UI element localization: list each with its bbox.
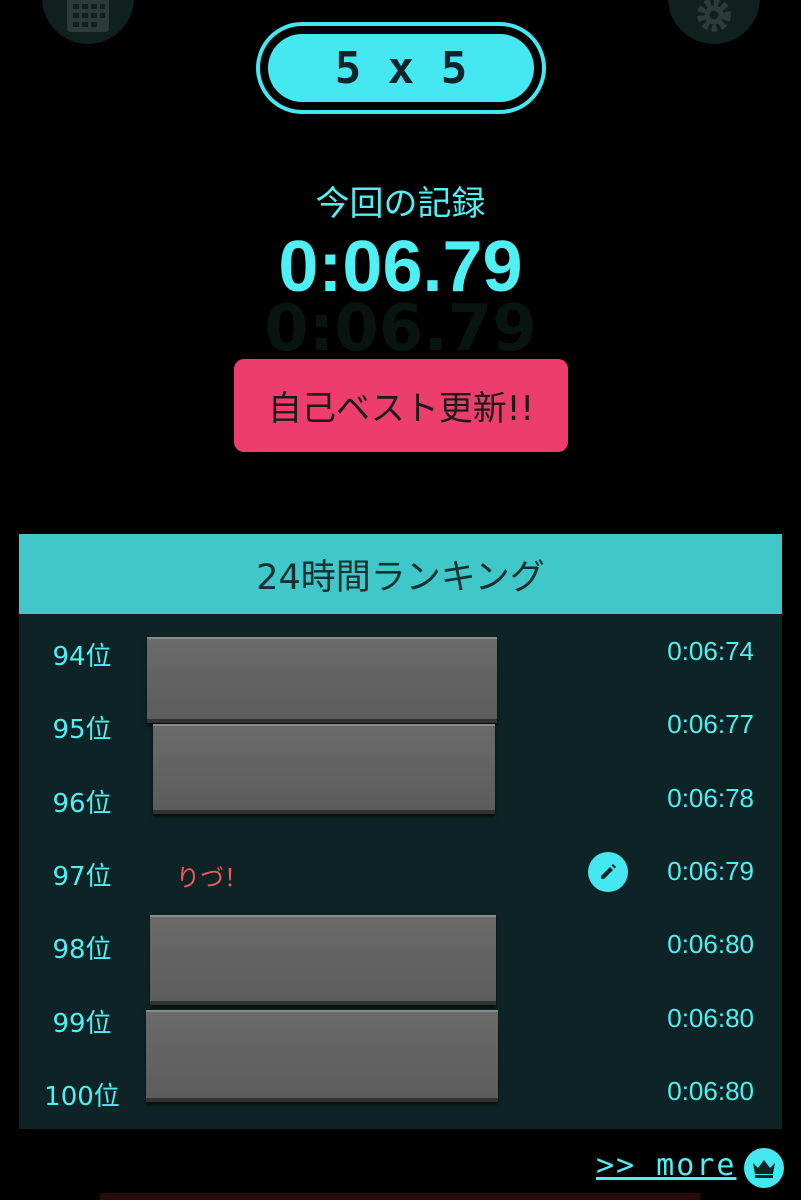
ranking-title: 24時間ランキング bbox=[19, 534, 782, 614]
rank-label: 95位 bbox=[52, 715, 112, 745]
pencil-icon[interactable] bbox=[588, 852, 628, 892]
rank-label: 97位 bbox=[52, 862, 112, 892]
redaction-block bbox=[150, 915, 496, 1005]
mode-label: 5 x 5 bbox=[268, 34, 534, 102]
crown-icon[interactable] bbox=[744, 1148, 784, 1188]
redaction-block bbox=[147, 637, 497, 723]
rank-label: 100位 bbox=[44, 1082, 120, 1112]
personal-best-badge: 自己ベスト更新!! bbox=[234, 359, 568, 452]
rank-time: 0:06:78 bbox=[667, 783, 754, 813]
gear-icon[interactable] bbox=[668, 0, 760, 44]
rank-time: 0:06:80 bbox=[667, 1003, 754, 1033]
rank-time: 0:06:74 bbox=[667, 636, 754, 666]
record-time: 0:06.79 bbox=[278, 227, 523, 307]
rank-time: 0:06:77 bbox=[667, 709, 754, 739]
rank-label: 94位 bbox=[52, 642, 112, 672]
bottom-edge bbox=[100, 1193, 700, 1200]
mode-button[interactable]: 5 x 5 bbox=[256, 22, 546, 114]
rank-label: 99位 bbox=[52, 1009, 112, 1039]
rank-time: 0:06:80 bbox=[667, 929, 754, 959]
record-label: 今回の記録 bbox=[315, 184, 486, 224]
ranking-panel: 24時間ランキング 94位 0:06:74 95位 0:06:77 96位 0:… bbox=[19, 534, 782, 1129]
redaction-block bbox=[153, 724, 495, 814]
more-link[interactable]: >> more bbox=[596, 1148, 736, 1183]
calendar-icon[interactable] bbox=[42, 0, 134, 44]
redaction-block bbox=[146, 1010, 498, 1102]
player-name: りづ！ bbox=[176, 864, 248, 892]
rank-label: 98位 bbox=[52, 935, 112, 965]
rank-time: 0:06:79 bbox=[667, 856, 754, 886]
rank-time: 0:06:80 bbox=[667, 1076, 754, 1106]
ranking-row-self: 97位 りづ！ 0:06:79 bbox=[19, 842, 782, 902]
rank-label: 96位 bbox=[52, 789, 112, 819]
